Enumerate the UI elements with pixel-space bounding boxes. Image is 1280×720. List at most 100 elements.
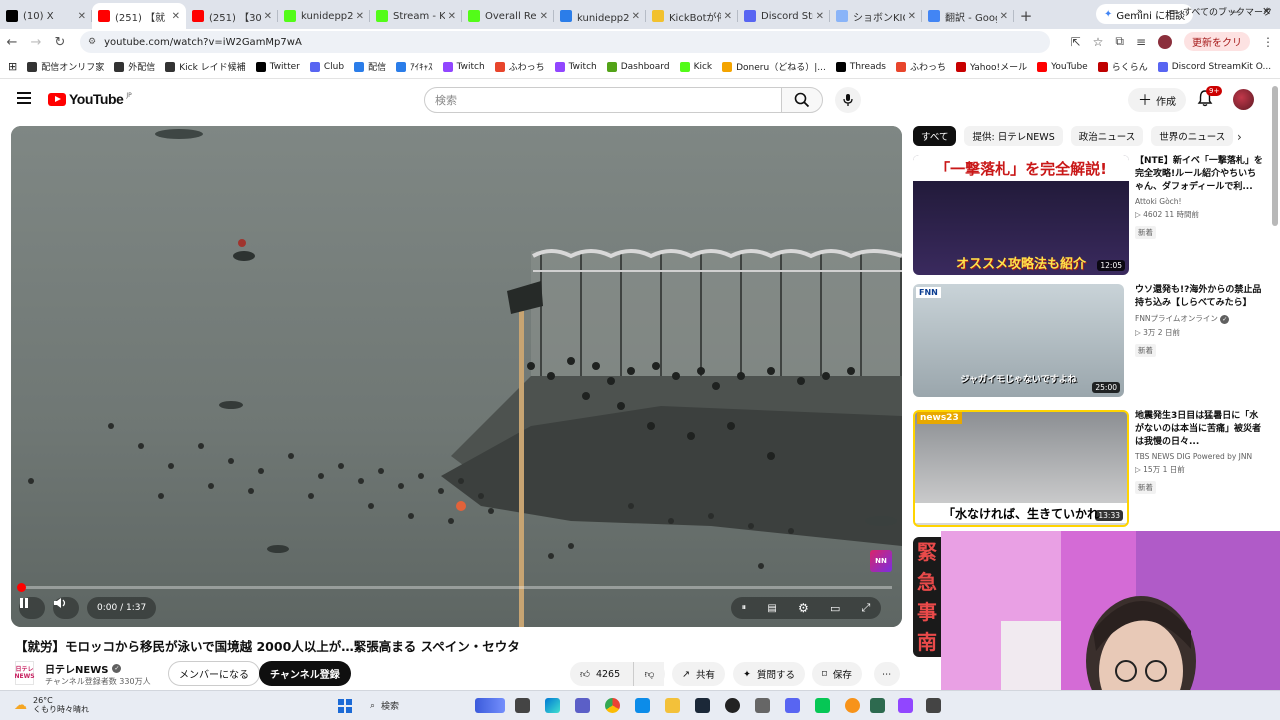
more-actions-button[interactable]: ⋯ [874, 662, 900, 686]
progress-bar[interactable] [17, 583, 892, 592]
recommendation-3[interactable]: news23 「水なければ、生きていかれ 13:33 地震発生3日目は猛暑日に「… [913, 410, 1263, 530]
filter-chip[interactable]: すべて [913, 126, 957, 146]
bookmark-item[interactable]: Kick [679, 61, 712, 72]
discord-icon[interactable] [785, 698, 800, 713]
thumbnail[interactable]: news23 「水なければ、生きていかれ 13:33 [913, 410, 1129, 527]
tab-close-icon[interactable]: ✕ [1000, 11, 1008, 22]
voice-search-button[interactable] [835, 87, 861, 113]
join-button[interactable]: メンバーになる [168, 661, 260, 686]
tab-close-icon[interactable]: ✕ [724, 11, 732, 22]
bookmark-item[interactable]: Yahoo!メール [956, 60, 1027, 73]
filter-chip[interactable]: 提供: 日テレNEWS [964, 126, 1063, 146]
bookmark-item[interactable]: ｱｲｷｬｽ [396, 60, 433, 73]
teams-icon[interactable] [575, 698, 590, 713]
recommendation-2[interactable]: FNN ジャガイモじゃないですよね 25:00 ウソ還発も!?海外からの禁止品持… [913, 284, 1263, 404]
app-icon-3[interactable] [870, 698, 885, 713]
tab-close-icon[interactable]: ✕ [540, 11, 548, 22]
bookmark-item[interactable]: ふわっち [896, 60, 946, 73]
bookmark-star-icon[interactable]: ☆ [1093, 35, 1104, 49]
browser-tab[interactable]: 翻訳 - Goog ✕ [922, 3, 1014, 29]
chrome-icon[interactable] [605, 698, 620, 713]
channel-avatar[interactable]: 日テレ NEWS [14, 661, 35, 685]
youtube-logo[interactable]: YouTube JP [48, 91, 132, 107]
progress-scrubber[interactable] [17, 583, 26, 592]
tab-close-icon[interactable]: ✕ [172, 11, 180, 22]
install-icon[interactable]: ⇱ [1071, 35, 1081, 49]
bookmark-item[interactable]: Dashboard [606, 61, 670, 72]
browser-tab[interactable]: (10) X ✕ [0, 3, 92, 29]
bookmark-item[interactable]: Club [309, 61, 344, 72]
app-icon-2[interactable] [845, 698, 860, 713]
task-view-icon[interactable] [515, 698, 530, 713]
edge-icon[interactable] [635, 698, 650, 713]
page-scrollbar[interactable] [1272, 86, 1278, 226]
bookmark-item[interactable]: 配信 [354, 60, 386, 73]
forward-icon[interactable]: → [24, 35, 48, 50]
search-input[interactable]: 検索 [424, 87, 782, 113]
subtitles-icon[interactable]: ▤ [767, 603, 776, 614]
bookmark-item[interactable]: Threads [835, 61, 886, 72]
extensions-icon[interactable]: ⧉ [1115, 34, 1124, 49]
thumbnail[interactable]: 「一撃落札」を完全解説! オススメ攻略法も紹介 12:05 [913, 155, 1129, 275]
hamburger-menu-icon[interactable] [17, 92, 31, 104]
create-button[interactable]: ＋ 作成 [1128, 88, 1186, 112]
app-icon[interactable] [755, 698, 770, 713]
browser-tab[interactable]: kunidepp25✕ [278, 3, 370, 29]
app-icon-4[interactable] [898, 698, 913, 713]
theater-mode-icon[interactable]: ▭ [830, 602, 840, 615]
share-button[interactable]: ↗ 共有 [672, 662, 725, 686]
bookmark-item[interactable]: Twitter [255, 61, 300, 72]
recommendation-1[interactable]: 「一撃落札」を完全解説! オススメ攻略法も紹介 12:05 【NTE】新イベ「一… [913, 155, 1263, 277]
file-explorer-icon[interactable] [665, 698, 680, 713]
chevron-right-icon[interactable]: › [1237, 130, 1242, 144]
filter-chip[interactable]: 政治ニュース [1070, 126, 1144, 146]
browser-tab[interactable]: Overall Reve✕ [462, 3, 554, 29]
windows-start-icon[interactable] [338, 699, 352, 713]
bookmark-item[interactable]: YouTube [1037, 61, 1088, 72]
tab-close-icon[interactable]: ✕ [632, 11, 640, 22]
menu-icon[interactable]: ⋮ [1262, 35, 1274, 49]
widgets-icon[interactable] [475, 698, 505, 713]
ask-button[interactable]: ✦ 質問する [733, 662, 805, 686]
site-info-icon[interactable]: ⚙ [88, 37, 96, 47]
settings-gear-icon[interactable]: ⚙ [798, 601, 809, 615]
volume-button[interactable] [53, 597, 79, 619]
app-icon-5[interactable] [926, 698, 941, 713]
tab-close-icon[interactable]: ✕ [356, 11, 364, 22]
thumbnail[interactable]: FNN ジャガイモじゃないですよね 25:00 [913, 284, 1124, 397]
browser-tab[interactable]: Discord Stre✕ [738, 3, 830, 29]
copilot-icon[interactable] [545, 698, 560, 713]
browser-tab[interactable]: kunidepp2 ス✕ [554, 3, 646, 29]
fullscreen-icon[interactable]: ⤢ [862, 601, 871, 615]
tab-close-icon[interactable]: ✕ [448, 11, 456, 22]
filter-chip[interactable]: 世界のニュース [1151, 126, 1234, 146]
taskbar-search[interactable]: ⌕ 検索 [370, 699, 399, 713]
steam-icon[interactable] [695, 698, 710, 713]
bookmark-item[interactable]: らくらん [1097, 60, 1148, 73]
browser-tab[interactable]: (251) 【30分✕ [186, 3, 278, 29]
subscribe-button[interactable]: チャンネル登録 [259, 661, 351, 686]
media-icon[interactable]: ≡ [1136, 35, 1146, 49]
bookmark-item[interactable]: Twitch [554, 61, 597, 72]
bookmark-item[interactable]: Discord StreamKit O... [1157, 61, 1271, 72]
profile-avatar[interactable] [1158, 34, 1172, 49]
pause-button[interactable] [19, 597, 45, 619]
all-bookmarks[interactable]: » ▭ すべてのブックマーク [1137, 5, 1272, 19]
obs-icon[interactable] [725, 698, 740, 713]
browser-tab[interactable]: (251) 【就 ✕ [92, 3, 186, 29]
bookmark-item[interactable]: 配信オンリフ家 [27, 60, 104, 73]
dislike-button[interactable]: 👎︎ [633, 662, 665, 686]
recommendation-4-thumbnail[interactable]: 緊急事南 [913, 537, 941, 657]
update-button[interactable]: 更新をクリ [1184, 32, 1250, 51]
weather-widget[interactable]: ☁ 26°C くもり時々晴れ [14, 696, 89, 714]
tab-close-icon[interactable]: ✕ [816, 11, 824, 22]
reload-icon[interactable]: ↻ [48, 35, 72, 50]
bookmark-item[interactable]: Kick レイド候補 [165, 60, 246, 73]
new-tab-button[interactable]: + [1014, 3, 1038, 29]
bookmark-item[interactable]: 外配信 [114, 60, 155, 73]
bookmark-item[interactable]: Twitch [442, 61, 485, 72]
line-icon[interactable] [815, 698, 830, 713]
bookmark-item[interactable]: ふわっち [494, 60, 545, 73]
tab-close-icon[interactable]: ✕ [264, 11, 272, 22]
browser-tab[interactable]: ショボンKICK✕ [830, 3, 922, 29]
